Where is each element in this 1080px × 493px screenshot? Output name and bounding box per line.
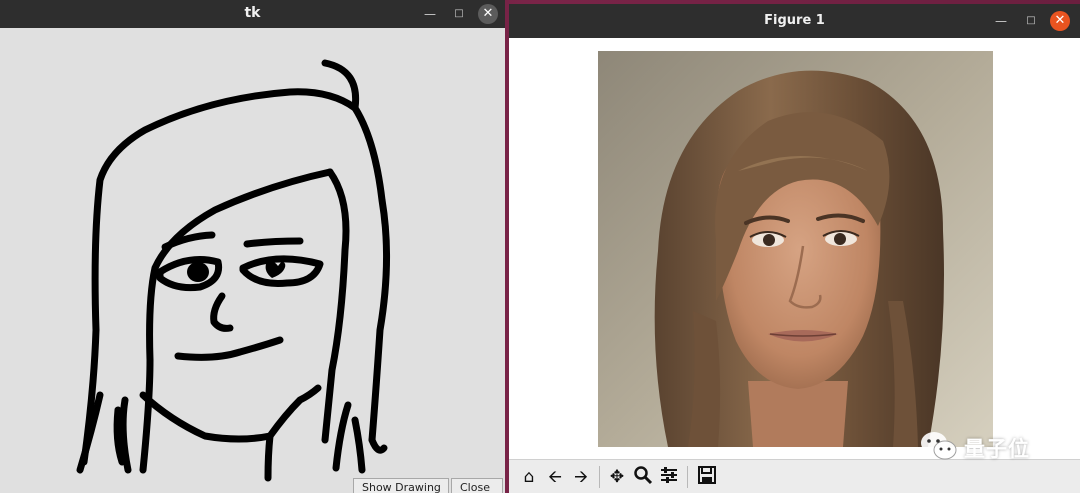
maximize-icon[interactable]: □ (1021, 11, 1041, 31)
watermark-text: 量子位 (964, 437, 1030, 461)
figure-window: Figure 1 — □ ✕ ⌂ 🡨 🡪 ✥ (509, 4, 1080, 493)
close-icon[interactable]: ✕ (1050, 11, 1070, 31)
toolbar-separator (599, 466, 600, 488)
minimize-icon[interactable]: — (420, 4, 440, 24)
close-icon[interactable]: ✕ (478, 4, 498, 24)
close-button[interactable]: Close (451, 478, 503, 493)
pan-icon[interactable]: ✥ (605, 465, 629, 489)
configure-subplots-icon[interactable] (657, 465, 681, 489)
forward-icon[interactable]: 🡪 (569, 465, 593, 489)
minimize-icon[interactable]: — (991, 11, 1011, 31)
wechat-icon (921, 432, 957, 460)
maximize-icon[interactable]: □ (449, 4, 469, 24)
watermark: 量子位 (918, 429, 1058, 463)
figure-title-bar[interactable]: Figure 1 — □ ✕ (509, 4, 1080, 38)
save-icon[interactable] (695, 465, 719, 489)
drawing-canvas[interactable] (0, 28, 505, 493)
home-icon[interactable]: ⌂ (517, 465, 541, 489)
figure-toolbar: ⌂ 🡨 🡪 ✥ (509, 459, 1080, 493)
tk-window: tk — □ ✕ Show Drawing Close (0, 0, 505, 493)
zoom-icon[interactable] (631, 465, 655, 489)
back-icon[interactable]: 🡨 (543, 465, 567, 489)
show-drawing-button[interactable]: Show Drawing (353, 478, 449, 493)
generated-portrait-image (598, 51, 993, 447)
sketch-drawing (76, 59, 391, 482)
tk-title-bar[interactable]: tk — □ ✕ (0, 0, 505, 28)
toolbar-separator (687, 466, 688, 488)
